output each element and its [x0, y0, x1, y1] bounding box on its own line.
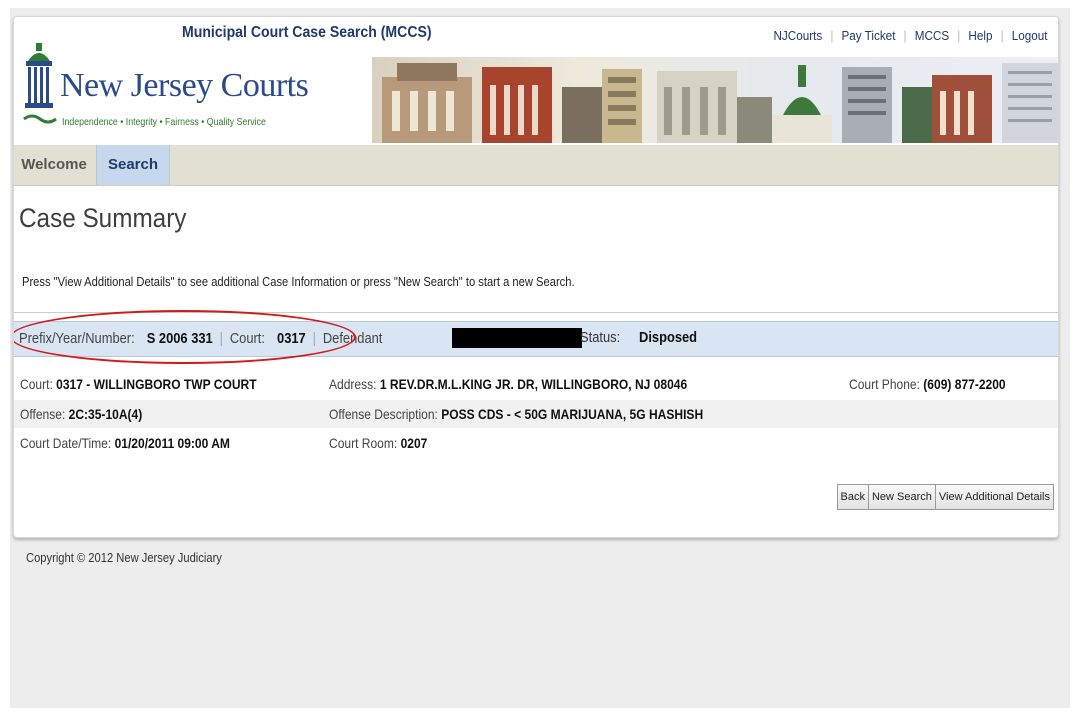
court-room-label: Court Room:: [329, 435, 398, 451]
phone-cell: Court Phone: (609) 877-2200: [849, 376, 1006, 392]
prefix-value: S 2006 331: [146, 330, 213, 347]
redaction-box: [452, 328, 582, 348]
court-datetime-label: Court Date/Time:: [20, 435, 112, 451]
app-title: Municipal Court Case Search (MCCS): [182, 24, 432, 41]
new-search-button[interactable]: New Search: [867, 484, 936, 510]
state-house-dome-icon: [23, 43, 57, 124]
courthouse-banner-image: [372, 57, 1058, 143]
court-room-value: 0207: [400, 435, 428, 451]
action-buttons: Back New Search View Additional Details: [836, 484, 1054, 510]
offense-description-label: Offense Description:: [329, 406, 438, 422]
status-value: Disposed: [639, 329, 698, 346]
status-label: Status:: [580, 329, 621, 346]
phone-label: Court Phone:: [849, 376, 920, 392]
view-additional-details-button[interactable]: View Additional Details: [934, 484, 1054, 510]
court-datetime-value: 01/20/2011 09:00 AM: [114, 435, 230, 451]
court-datetime-cell: Court Date/Time: 01/20/2011 09:00 AM: [20, 435, 230, 451]
top-links: NJCourts | Pay Ticket | MCCS | Help | Lo…: [774, 28, 1048, 43]
court-label: Court:: [229, 330, 265, 347]
offense-cell: Offense: 2C:35-10A(4): [20, 406, 142, 422]
nav-bar: Welcome Search: [14, 145, 1058, 186]
back-button[interactable]: Back: [836, 484, 869, 510]
offense-description-value: POSS CDS - < 50G MARIJUANA, 5G HASHISH: [441, 406, 704, 422]
site-header: Municipal Court Case Search (MCCS) NJCou…: [14, 17, 1058, 145]
address-label: Address:: [329, 376, 377, 392]
offense-value: 2C:35-10A(4): [68, 406, 143, 422]
offense-description-cell: Offense Description: POSS CDS - < 50G MA…: [329, 406, 703, 422]
tab-welcome[interactable]: Welcome: [14, 145, 94, 185]
instruction-text: Press "View Additional Details" to see a…: [22, 274, 575, 289]
detail-row: Court Date/Time: 01/20/2011 09:00 AM Cou…: [14, 429, 1058, 457]
divider: [14, 312, 1058, 313]
court-room-cell: Court Room: 0207: [329, 435, 427, 451]
phone-value: (609) 877-2200: [923, 376, 1006, 392]
field-separator: |: [219, 330, 223, 347]
address-cell: Address: 1 REV.DR.M.L.KING JR. DR, WILLI…: [329, 376, 687, 392]
main-card: Municipal Court Case Search (MCCS) NJCou…: [13, 16, 1059, 538]
logo-wordmark: New Jersey Courts: [60, 67, 309, 104]
link-separator: |: [1001, 28, 1005, 43]
field-separator: |: [312, 330, 316, 347]
link-pay-ticket[interactable]: Pay Ticket: [842, 28, 896, 43]
tab-search[interactable]: Search: [96, 145, 170, 185]
court-value: 0317: [277, 330, 306, 347]
detail-row: Offense: 2C:35-10A(4) Offense Descriptio…: [14, 400, 1058, 428]
link-separator: |: [830, 28, 834, 43]
detail-row: Court: 0317 - WILLINGBORO TWP COURT Addr…: [14, 370, 1058, 398]
link-separator: |: [904, 28, 908, 43]
copyright-text: Copyright © 2012 New Jersey Judiciary: [26, 550, 222, 565]
detail-court-label: Court:: [20, 376, 53, 392]
link-njcourts[interactable]: NJCourts: [774, 28, 823, 43]
summary-line: Prefix/Year/Number: S 2006 331 | Court: …: [19, 330, 382, 347]
link-logout[interactable]: Logout: [1012, 28, 1048, 43]
defendant-label: Defendant: [322, 330, 383, 347]
offense-label: Offense:: [20, 406, 66, 422]
link-help[interactable]: Help: [969, 28, 993, 43]
page-title: Case Summary: [19, 203, 187, 233]
link-mccs[interactable]: MCCS: [915, 28, 949, 43]
court-cell: Court: 0317 - WILLINGBORO TWP COURT: [20, 376, 257, 392]
logo-tagline: Independence • Integrity • Fairness • Qu…: [62, 117, 266, 128]
prefix-label: Prefix/Year/Number:: [19, 330, 135, 347]
link-separator: |: [957, 28, 961, 43]
address-value: 1 REV.DR.M.L.KING JR. DR, WILLINGBORO, N…: [379, 376, 688, 392]
detail-court-value: 0317 - WILLINGBORO TWP COURT: [56, 376, 257, 392]
